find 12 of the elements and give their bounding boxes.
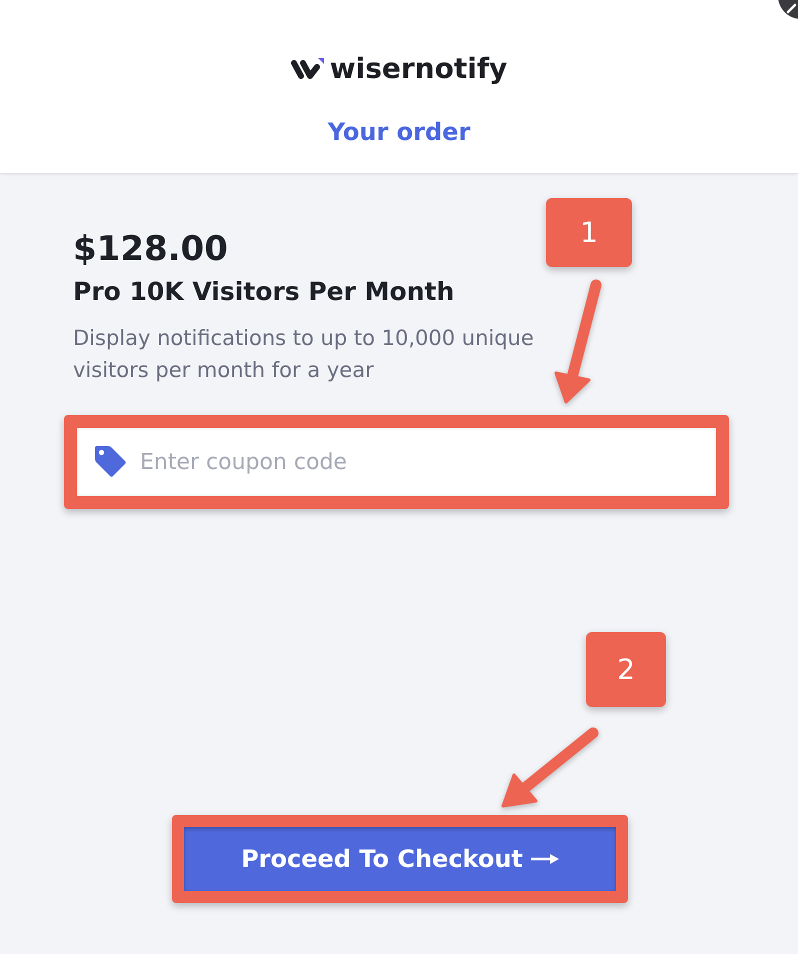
checkout-button[interactable]: Proceed To Checkout	[184, 827, 616, 891]
step-marker: 2	[586, 632, 666, 707]
tag-icon	[93, 444, 127, 478]
logo-icon	[290, 57, 325, 81]
arrow-right-icon	[530, 853, 559, 865]
step-marker: 1	[546, 198, 632, 267]
brand-name: wisernotify	[330, 51, 508, 87]
page-title: Your order	[328, 117, 470, 147]
plan-name: Pro 10K Visitors Per Month	[73, 276, 454, 308]
plan-description: Display notifications to up to 10,000 unique visitors per month for a year	[73, 325, 535, 384]
coupon-field[interactable]: Enter coupon code	[77, 428, 716, 496]
price: $128.00	[73, 228, 228, 271]
